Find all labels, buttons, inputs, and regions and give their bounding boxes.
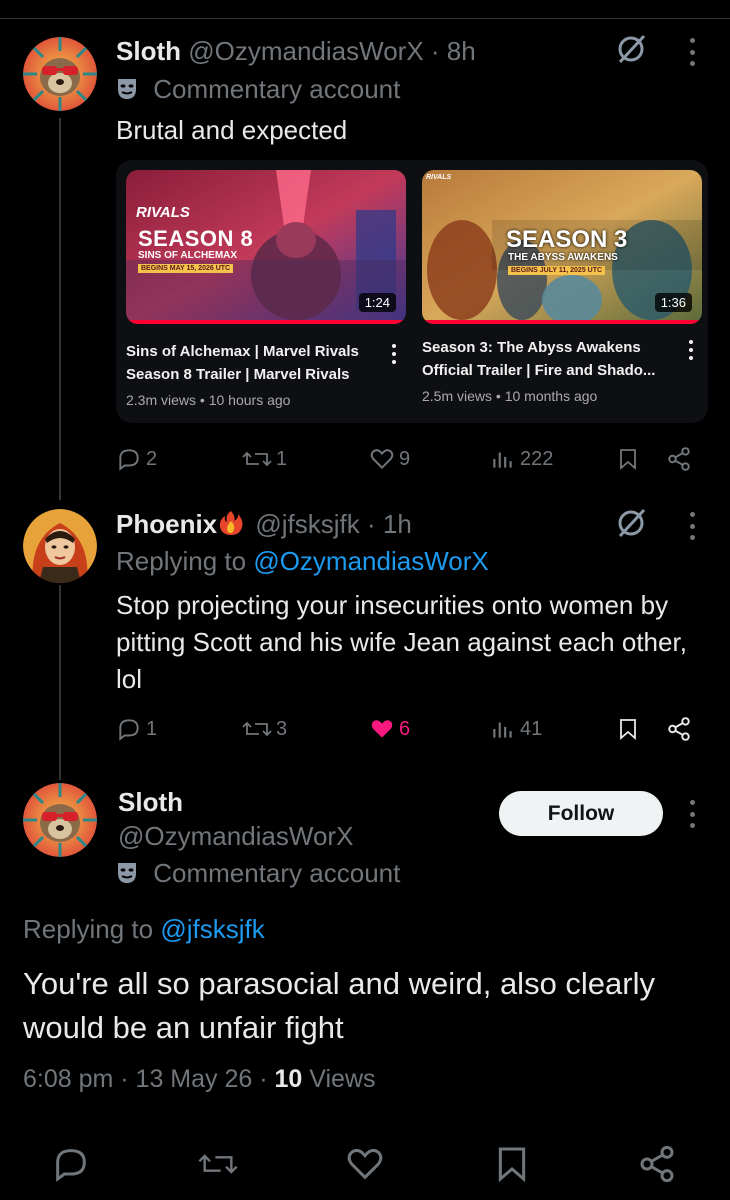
like-count: 6 xyxy=(399,717,411,740)
views-icon xyxy=(493,452,512,468)
thumb-date: BEGINS MAY 15, 2026 UTC xyxy=(138,264,234,273)
thumb-brand: RIVALS xyxy=(426,174,452,181)
thumb-subtitle: THE ABYSS AWAKENS xyxy=(508,252,618,263)
thumb-subtitle: SINS OF ALCHEMAX xyxy=(138,250,238,261)
tweet-text: Brutal and expected xyxy=(116,115,348,145)
tweet-timestamp[interactable]: 6:08 pm · 13 May 26 · 10 Views xyxy=(23,1062,376,1096)
share-button[interactable] xyxy=(666,441,692,477)
repost-button[interactable]: 1 xyxy=(242,441,287,477)
thread-connector xyxy=(59,585,61,780)
like-icon[interactable] xyxy=(345,1144,385,1184)
share-button[interactable] xyxy=(666,711,692,747)
repost-icon xyxy=(242,451,272,467)
bookmark-icon xyxy=(620,449,636,470)
video-thumbnail[interactable]: RIVALS SEASON 3 THE ABYSS AWAKENS BEGINS… xyxy=(422,170,702,324)
video-more-icon[interactable] xyxy=(391,344,397,364)
video-duration: 1:24 xyxy=(358,293,396,312)
avatar[interactable] xyxy=(23,509,97,583)
thumb-title: SEASON 3 xyxy=(506,226,628,253)
avatar[interactable] xyxy=(23,783,97,857)
views-count: 41 xyxy=(520,717,543,740)
video-meta: 2.5m views • 10 months ago xyxy=(422,388,598,404)
bookmark-button[interactable] xyxy=(616,711,640,747)
reply-button[interactable]: 2 xyxy=(116,441,157,477)
bookmark-icon[interactable] xyxy=(492,1144,532,1184)
handle[interactable]: @OzymandiasWorX xyxy=(118,820,353,852)
display-name[interactable]: Sloth xyxy=(118,786,183,818)
repost-icon[interactable] xyxy=(198,1144,238,1184)
repost-count: 3 xyxy=(276,717,288,740)
thread-connector xyxy=(59,118,61,500)
reply-icon xyxy=(119,449,139,471)
account-badge-text: Commentary account xyxy=(153,858,401,888)
video-meta: 2.3m views • 10 hours ago xyxy=(126,392,291,408)
more-icon[interactable] xyxy=(688,38,696,66)
tweet-header: Sloth @OzymandiasWorX · 8h xyxy=(116,35,476,67)
like-button[interactable]: 6 xyxy=(369,711,410,747)
reply-count: 2 xyxy=(146,447,158,470)
tweet-actions: 2 1 9 222 xyxy=(116,441,696,477)
repost-icon xyxy=(242,721,272,737)
video-duration: 1:36 xyxy=(654,293,692,312)
display-name[interactable]: Sloth xyxy=(116,36,181,66)
more-icon[interactable] xyxy=(688,512,696,540)
mention-link[interactable]: @jfsksjfk xyxy=(160,914,264,944)
fire-emoji-icon xyxy=(219,511,243,535)
avatar[interactable] xyxy=(23,37,97,111)
replying-to: Replying to @OzymandiasWorX xyxy=(116,546,489,576)
grok-icon[interactable] xyxy=(614,506,648,540)
account-badge-text: Commentary account xyxy=(153,74,401,104)
handle[interactable]: @OzymandiasWorX xyxy=(188,36,423,66)
account-label: Commentary account xyxy=(116,857,400,889)
tweet-actions: 1 3 6 41 xyxy=(116,711,696,747)
progress-bar xyxy=(422,320,702,324)
account-label: Commentary account xyxy=(116,73,400,105)
timestamp[interactable]: · 8h xyxy=(431,36,476,66)
views-button[interactable]: 41 xyxy=(490,711,542,747)
timestamp[interactable]: · 1h xyxy=(367,509,412,539)
youtube-card[interactable]: RIVALS SEASON 8 SINS OF ALCHEMAX BEGINS … xyxy=(116,160,708,423)
top-divider xyxy=(0,18,730,19)
video-thumbnail[interactable]: RIVALS SEASON 8 SINS OF ALCHEMAX BEGINS … xyxy=(126,170,406,324)
views-count: 10 xyxy=(274,1065,303,1093)
reply-button[interactable]: 1 xyxy=(116,711,157,747)
reply-icon[interactable] xyxy=(51,1144,91,1184)
views-count: 222 xyxy=(520,447,554,470)
tweet-header: Phoenix @jfsksjfk · 1h xyxy=(116,508,412,540)
bookmark-button[interactable] xyxy=(616,441,640,477)
commentary-mask-icon xyxy=(118,863,136,883)
share-icon xyxy=(668,717,690,741)
mention-link[interactable]: @OzymandiasWorX xyxy=(253,546,488,576)
like-count: 9 xyxy=(399,447,411,470)
thumb-brand: RIVALS xyxy=(136,204,190,221)
bookmark-icon xyxy=(620,719,636,740)
like-icon xyxy=(370,449,394,470)
more-icon[interactable] xyxy=(688,800,696,828)
replying-to: Replying to @jfsksjfk xyxy=(23,914,265,944)
commentary-mask-icon xyxy=(118,79,136,99)
share-icon xyxy=(668,447,690,471)
display-name[interactable]: Phoenix xyxy=(116,509,217,539)
views-icon xyxy=(493,722,512,738)
progress-bar xyxy=(126,320,406,324)
thumb-title: SEASON 8 xyxy=(138,226,254,251)
tweet-text: Stop projecting your insecurities onto w… xyxy=(116,590,687,694)
share-icon[interactable] xyxy=(637,1144,677,1184)
repost-count: 1 xyxy=(276,447,288,470)
handle[interactable]: @jfsksjfk xyxy=(255,509,359,539)
repost-button[interactable]: 3 xyxy=(242,711,287,747)
reply-icon xyxy=(119,719,139,741)
video-title[interactable]: Season 3: The Abyss Awakens Official Tra… xyxy=(422,336,684,382)
reply-count: 1 xyxy=(146,717,158,740)
video-more-icon[interactable] xyxy=(688,340,694,360)
like-button[interactable]: 9 xyxy=(369,441,410,477)
follow-button[interactable]: Follow xyxy=(499,791,663,836)
thumb-date: BEGINS JULY 11, 2025 UTC xyxy=(508,266,606,275)
video-title[interactable]: Sins of Alchemax | Marvel Rivals Season … xyxy=(126,340,386,386)
like-icon xyxy=(371,720,393,738)
tweet-text: You're all so parasocial and weird, also… xyxy=(23,966,656,1045)
grok-icon[interactable] xyxy=(614,32,648,66)
views-button[interactable]: 222 xyxy=(490,441,553,477)
